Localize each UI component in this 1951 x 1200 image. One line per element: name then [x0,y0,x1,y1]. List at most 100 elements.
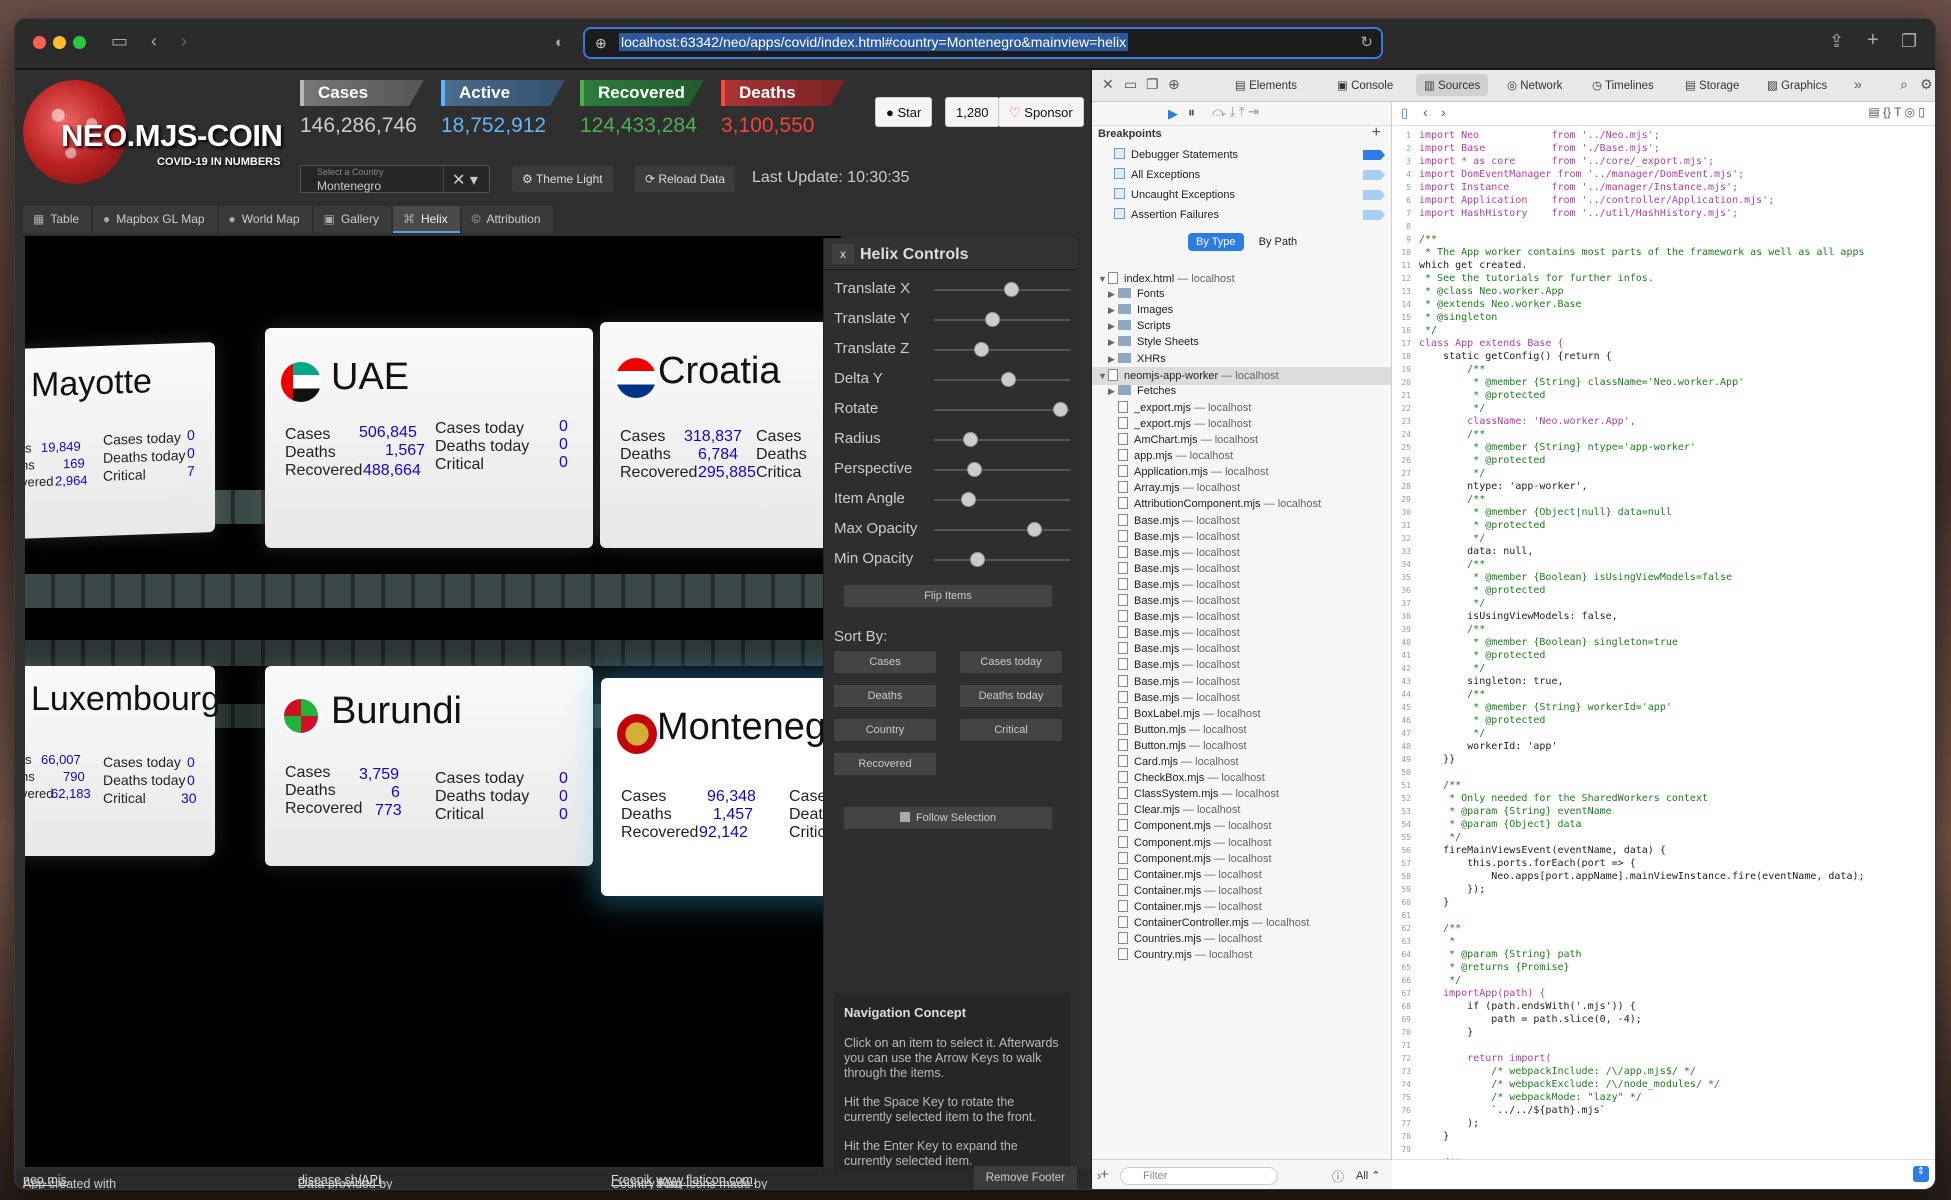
sidebar-toggle-icon[interactable]: ▭ [111,31,128,52]
info-icon[interactable]: ⓘ [1332,1168,1344,1185]
disclosure-icon[interactable]: ▶ [1108,337,1118,348]
tree-file[interactable]: Component.mjs — localhost [1108,835,1272,849]
tree-folder[interactable]: ▶ XHRs [1108,352,1166,365]
dock-icon[interactable]: ▭ [1124,76,1137,93]
tree-file[interactable]: ▼ index.html — localhost [1098,272,1235,285]
slider-row[interactable]: Radius [834,428,1070,450]
share-icon[interactable]: ⇪ [1829,31,1844,52]
forward-icon[interactable]: › [1441,104,1446,120]
tree-folder[interactable]: ▶ Images [1108,304,1173,316]
crosshair-icon[interactable]: ⊕ [1168,76,1180,93]
close-window-button[interactable] [33,36,46,49]
slider-track[interactable] [934,559,1070,561]
slider-row[interactable]: Item Angle [834,488,1070,510]
tree-file[interactable]: Card.mjs — localhost [1108,755,1239,768]
tab-console[interactable]: ▣ Console [1337,78,1393,92]
forward-icon[interactable]: › [181,31,187,52]
tab-attribution[interactable]: © Attribution [461,206,553,233]
slider-knob[interactable] [963,432,979,447]
tree-file[interactable]: ▼ neomjs-app-worker — localhost [1098,368,1279,382]
slider-row[interactable]: Rotate [834,398,1070,420]
reload-data-button[interactable]: ⟳ Reload Data [635,166,736,192]
reload-icon[interactable]: ↻ [1360,33,1373,51]
close-inspector-icon[interactable]: ✕ [1102,76,1114,93]
disclosure-icon[interactable]: ▶ [1108,305,1118,316]
tree-file[interactable]: Container.mjs — localhost [1108,867,1262,881]
disclosure-icon[interactable]: ▼ [1098,274,1108,284]
remove-footer-button[interactable]: Remove Footer [973,1166,1077,1189]
slider-track[interactable] [934,439,1070,441]
tree-folder[interactable]: ▶ Fetches [1108,384,1176,397]
new-tab-icon[interactable]: + [1867,29,1879,52]
slider-knob[interactable] [1027,522,1043,537]
tab-world-map[interactable]: ● World Map [218,206,312,233]
tab-table[interactable]: ▦ Table [23,206,92,233]
slider-row[interactable]: Translate X [834,278,1070,300]
breakpoint-item[interactable]: All Exceptions [1114,168,1200,181]
slider-knob[interactable] [966,462,982,477]
tree-folder[interactable]: ▶ Style Sheets [1108,336,1199,348]
tree-folder[interactable]: ▶ Scripts [1108,320,1171,332]
slider-track[interactable] [934,319,1070,321]
breakpoint-flag-icon[interactable] [1363,170,1385,180]
minimize-window-button[interactable] [53,36,66,49]
back-icon[interactable]: ‹ [151,31,157,52]
breakpoint-flag-icon[interactable] [1363,190,1385,200]
disclosure-icon[interactable]: ▶ [1108,354,1118,365]
breakpoint-item[interactable]: Debugger Statements [1114,148,1238,161]
tree-file[interactable]: ClassSystem.mjs — localhost [1108,787,1279,800]
tree-file[interactable]: Clear.mjs — localhost [1108,803,1240,816]
slider-knob[interactable] [970,552,986,567]
tab-storage[interactable]: ▤ Storage [1685,78,1739,92]
tree-file[interactable]: AmChart.mjs — localhost [1108,433,1258,446]
by-path-button[interactable]: By Path [1251,233,1306,251]
sort-recovered-button[interactable]: Recovered [834,753,936,775]
close-controls-button[interactable]: x [832,244,854,264]
sort-cases-today-button[interactable]: Cases today [960,651,1062,673]
console-options-icon[interactable]: ⇕ [1913,1166,1929,1182]
country-card-mayotte[interactable]: Mayotte s 19,849 hs 169 vered 2,964 Case… [25,341,215,541]
zoom-window-button[interactable] [73,36,86,49]
slider-knob[interactable] [960,492,976,507]
more-tabs-icon[interactable]: » [1854,76,1862,92]
tree-file[interactable]: Component.mjs — localhost [1108,851,1272,865]
add-breakpoint-icon[interactable]: + [1372,124,1381,142]
slider-knob[interactable] [984,312,1000,327]
tree-file[interactable]: Base.mjs — localhost [1108,594,1240,607]
breakpoints-toggle-icon[interactable]: ▶ [1168,106,1178,122]
country-card-uae[interactable]: UAE Cases 506,845 Deaths 1,567 Recovered… [265,328,593,548]
tree-file[interactable]: Base.mjs — localhost [1108,513,1240,527]
github-star-button[interactable]: ● Star [875,97,933,127]
follow-selection-checkbox[interactable]: Follow Selection [844,807,1052,829]
sort-cases-button[interactable]: Cases [834,651,936,673]
tree-file[interactable]: Base.mjs — localhost [1108,626,1240,639]
step-icons[interactable]: ⤼ ⤓ ⤒ ⇥ [1212,104,1259,120]
address-bar[interactable]: ⊕ localhost:63342/neo/apps/covid/index.h… [583,27,1383,59]
tree-file[interactable]: app.mjs — localhost [1108,449,1233,462]
breakpoint-flag-icon[interactable] [1363,210,1385,220]
tree-file[interactable]: Array.mjs — localhost [1108,481,1240,494]
tree-file[interactable]: Base.mjs — localhost [1108,658,1240,671]
slider-knob[interactable] [973,342,989,357]
editor-action-icons[interactable]: ▤ {} T ◎ ▯ [1868,105,1925,119]
flip-items-button[interactable]: Flip Items [844,585,1052,607]
breakpoint-flag-icon[interactable] [1363,150,1385,160]
tree-file[interactable]: Button.mjs — localhost [1108,722,1247,736]
tree-folder[interactable]: ▶ Fonts [1108,288,1165,300]
tab-timelines[interactable]: ◷ Timelines [1592,78,1654,92]
tree-file[interactable]: Container.mjs — localhost [1108,883,1262,897]
slider-knob[interactable] [1052,402,1068,417]
tree-file[interactable]: Base.mjs — localhost [1108,529,1240,543]
sort-critical-button[interactable]: Critical [960,719,1062,741]
slider-row[interactable]: Translate Y [834,308,1070,330]
tree-file[interactable]: Base.mjs — localhost [1108,610,1240,623]
tree-file[interactable]: ContainerController.mjs — localhost [1108,916,1309,929]
search-icon[interactable]: ⌕ [1900,76,1908,93]
disclosure-icon[interactable]: ▶ [1108,321,1118,332]
sort-deaths-today-button[interactable]: Deaths today [960,685,1062,707]
disclosure-icon[interactable]: ▼ [1098,371,1108,381]
filter-scope-select[interactable]: All ⌃ [1356,1169,1381,1182]
disclosure-icon[interactable]: ▶ [1108,289,1118,300]
slider-track[interactable] [934,409,1070,411]
tab-overview-icon[interactable]: ❐ [1901,31,1917,52]
